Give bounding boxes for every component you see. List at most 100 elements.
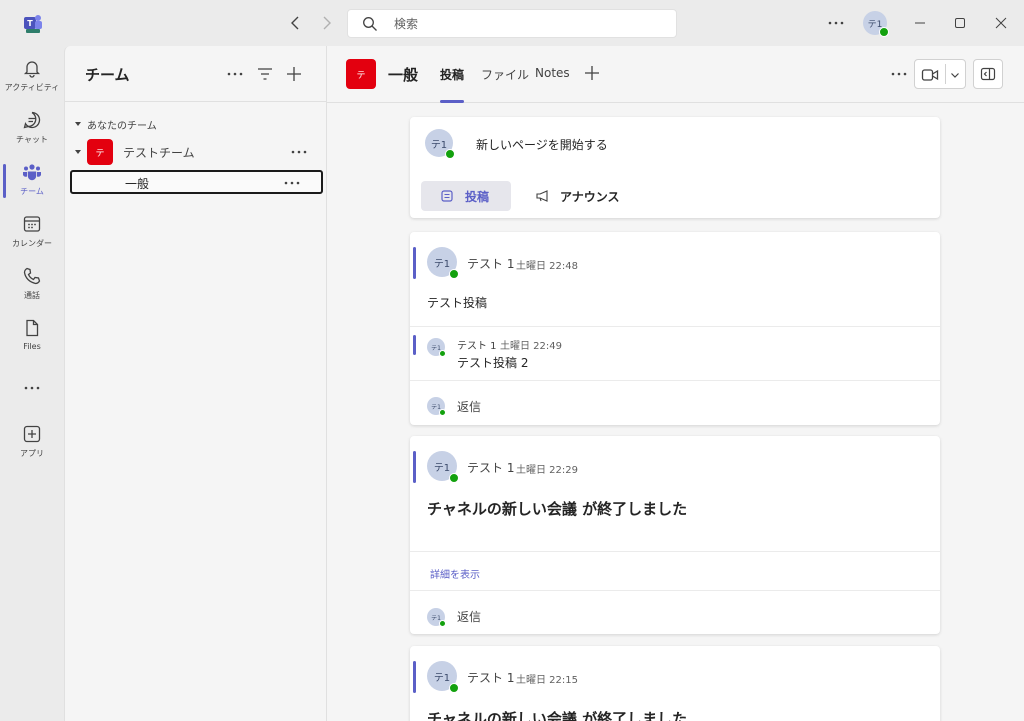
back-arrow-icon[interactable]	[286, 13, 306, 33]
rail-item-label: チーム	[20, 187, 44, 196]
unread-indicator	[413, 247, 416, 279]
tab-notes[interactable]: Notes	[535, 66, 570, 103]
caret-down-icon	[75, 122, 81, 126]
presence-available-icon	[439, 350, 446, 357]
post-author[interactable]: テスト 1	[467, 459, 514, 476]
add-app-icon	[23, 425, 41, 443]
new-post-prompt[interactable]: 新しいページを開始する	[476, 136, 608, 153]
post-author[interactable]: テスト 1	[467, 255, 514, 272]
compose-card: テ1 新しいページを開始する 投稿 アナウンス	[410, 117, 940, 218]
unread-indicator	[413, 335, 416, 355]
more-options-icon[interactable]	[826, 13, 846, 33]
add-tab-icon[interactable]	[583, 64, 601, 82]
reply-text: テスト投稿 2	[457, 356, 529, 370]
maximize-icon[interactable]	[950, 13, 970, 33]
presence-available-icon	[449, 269, 459, 279]
add-icon[interactable]	[284, 64, 304, 84]
chat-icon	[23, 111, 41, 129]
team-name: テストチーム	[123, 146, 195, 160]
avatar-initials: テ1	[433, 672, 451, 684]
announcement-button[interactable]: アナウンス	[534, 181, 634, 211]
search-box[interactable]	[347, 9, 677, 38]
svg-text:T: T	[27, 19, 33, 28]
user-avatar[interactable]: テ1	[863, 11, 889, 37]
avatar[interactable]: テ1	[427, 338, 446, 357]
rail-item-activity[interactable]: アクティビティ	[0, 54, 64, 102]
post-card: テ1 テスト 1 土曜日 22:29 チャネルの新しい会議 が終了しました 詳細…	[410, 436, 940, 634]
rail-item-files[interactable]: Files	[0, 314, 64, 362]
more-options-icon[interactable]	[289, 142, 309, 162]
rail-more-button[interactable]	[0, 374, 64, 398]
meeting-ended-text: チャネルの新しい会議 が終了しました	[427, 500, 688, 518]
chevron-down-icon[interactable]	[949, 69, 961, 81]
teams-icon	[23, 164, 41, 181]
rail-item-label: チャット	[16, 135, 48, 144]
search-input[interactable]	[394, 14, 664, 34]
title-bar: T テ1	[0, 0, 1024, 46]
rail-item-calls[interactable]: 通話	[0, 262, 64, 310]
bell-icon	[23, 61, 41, 78]
search-icon	[363, 17, 377, 31]
channel-info-button[interactable]	[973, 59, 1003, 89]
rail-item-label: アクティビティ	[4, 83, 60, 92]
reply-button[interactable]: 返信	[457, 398, 481, 415]
filter-icon[interactable]	[255, 64, 275, 84]
rail-item-label: 通話	[24, 291, 40, 300]
your-teams-section[interactable]: あなたのチーム	[73, 116, 157, 132]
avatar[interactable]: テ1	[427, 451, 459, 483]
channel-view: テ 一般 投稿 ファイル Notes テ1 新しいページを開始する 投稿 アナウ…	[327, 46, 1024, 721]
reply-button[interactable]: 返信	[457, 608, 481, 625]
avatar[interactable]: テ1	[427, 247, 459, 279]
divider	[410, 590, 940, 591]
rail-item-chat[interactable]: チャット	[0, 106, 64, 154]
file-icon	[26, 319, 39, 337]
teams-logo-icon: T	[24, 15, 42, 33]
minimize-icon[interactable]	[910, 13, 930, 33]
reply-author[interactable]: テスト 1	[457, 337, 497, 352]
presence-available-icon	[439, 409, 446, 416]
post-button-label: 投稿	[465, 190, 490, 204]
rail-item-apps[interactable]: アプリ	[0, 420, 64, 468]
avatar[interactable]: テ1	[427, 661, 459, 693]
rail-item-calendar[interactable]: カレンダー	[0, 210, 64, 258]
team-avatar: テ	[87, 139, 113, 165]
channel-row-general[interactable]: 一般	[70, 170, 323, 194]
post-card: テ1 テスト 1 土曜日 22:48 テスト投稿 テ1 テスト 1 土曜日 22…	[410, 232, 940, 425]
more-options-icon[interactable]	[282, 173, 302, 193]
presence-available-icon	[449, 683, 459, 693]
rail-item-teams[interactable]: チーム	[0, 158, 64, 206]
post-text: テスト投稿	[427, 296, 488, 310]
side-panel-icon	[980, 67, 996, 81]
post-time: 土曜日 22:29	[516, 465, 578, 476]
calendar-icon	[23, 216, 41, 232]
teams-panel-title: チーム	[85, 66, 130, 84]
caret-down-icon[interactable]	[73, 147, 83, 157]
more-options-icon[interactable]	[889, 64, 909, 84]
post-time: 土曜日 22:15	[516, 675, 578, 686]
show-details-link[interactable]: 詳細を表示	[430, 566, 480, 581]
unread-indicator	[413, 661, 416, 693]
tab-files[interactable]: ファイル	[481, 66, 529, 103]
post-author[interactable]: テスト 1	[467, 669, 514, 686]
close-icon[interactable]	[991, 13, 1011, 33]
post-button[interactable]: 投稿	[421, 181, 511, 211]
meeting-ended-text: チャネルの新しい会議 が終了しました	[427, 710, 688, 721]
avatar-initials: テ1	[430, 139, 448, 151]
teams-panel-header: チーム	[65, 46, 327, 102]
forward-arrow-icon[interactable]	[316, 13, 336, 33]
tab-posts[interactable]: 投稿	[440, 66, 465, 103]
avatar-initials: テ1	[433, 258, 451, 270]
more-options-icon[interactable]	[225, 64, 245, 84]
team-row[interactable]: テ テストチーム	[73, 138, 323, 166]
app-rail: アクティビティ チャット チーム カレンダー 通話 Files アプリ	[0, 46, 64, 721]
avatar: テ1	[427, 397, 446, 416]
post-card: テ1 テスト 1 土曜日 22:15 チャネルの新しい会議 が終了しました	[410, 646, 940, 721]
avatar: テ1	[427, 608, 446, 627]
unread-indicator	[413, 451, 416, 483]
avatar: テ1	[425, 129, 455, 159]
channel-team-avatar: テ	[346, 59, 376, 89]
divider	[945, 64, 946, 84]
meet-now-button[interactable]	[914, 59, 966, 89]
phone-icon	[23, 267, 41, 285]
more-options-icon	[24, 386, 40, 390]
